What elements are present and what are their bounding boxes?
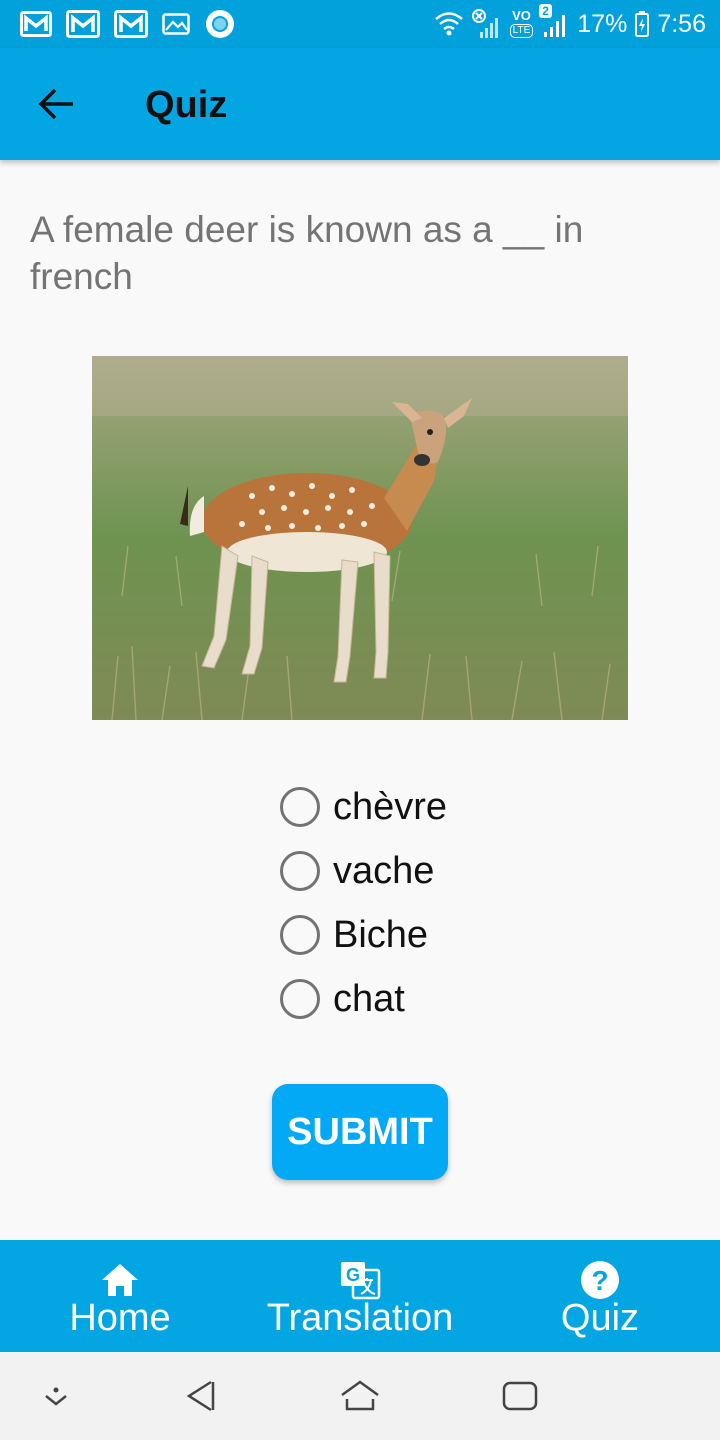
option-chat[interactable]: chat bbox=[280, 967, 580, 1031]
help-circle-icon: ? bbox=[581, 1261, 619, 1299]
svg-text:G: G bbox=[346, 1265, 360, 1285]
wifi-icon bbox=[434, 12, 463, 36]
gmail-icon bbox=[20, 11, 52, 37]
option-label: Biche bbox=[333, 913, 429, 956]
deer-image bbox=[92, 356, 628, 720]
volte-badge: VO LTE bbox=[509, 8, 534, 38]
system-back-button[interactable] bbox=[178, 1374, 222, 1418]
option-biche[interactable]: Biche bbox=[280, 903, 580, 967]
bottom-navigation: Home G Translation ? Quiz bbox=[0, 1240, 720, 1352]
sim-badge: 2 bbox=[539, 4, 552, 18]
quiz-screen: VO LTE 2 17% 7:56 Quiz A female deer is … bbox=[0, 0, 720, 1440]
nav-quiz[interactable]: ? Quiz bbox=[480, 1240, 720, 1352]
svg-text:?: ? bbox=[591, 1265, 608, 1296]
radio-button[interactable] bbox=[280, 787, 320, 827]
option-label: vache bbox=[333, 849, 435, 892]
radio-button[interactable] bbox=[280, 851, 320, 891]
notification-pull-button[interactable] bbox=[34, 1374, 78, 1418]
nav-label: Translation bbox=[266, 1297, 454, 1339]
back-button[interactable] bbox=[30, 78, 82, 130]
system-navigation-bar bbox=[0, 1352, 720, 1440]
recents-icon bbox=[502, 1381, 538, 1411]
nav-label: Quiz bbox=[560, 1297, 640, 1339]
record-icon bbox=[206, 10, 234, 38]
option-chevre[interactable]: chèvre bbox=[280, 775, 580, 839]
volte-text: VO bbox=[512, 8, 531, 23]
submit-button[interactable]: SUBMIT bbox=[272, 1084, 448, 1180]
no-signal-icon bbox=[471, 9, 498, 38]
battery-charging-icon bbox=[635, 11, 650, 37]
chevron-down-icon bbox=[45, 1387, 67, 1406]
nav-translation[interactable]: G Translation bbox=[240, 1240, 480, 1352]
nav-label: Home bbox=[69, 1297, 171, 1339]
question-text: A female deer is known as a __ in french bbox=[30, 209, 584, 297]
system-recents-button[interactable] bbox=[498, 1374, 542, 1418]
home-icon bbox=[102, 1264, 138, 1296]
radio-button[interactable] bbox=[280, 979, 320, 1019]
arrow-left-icon bbox=[38, 88, 73, 120]
option-label: chèvre bbox=[333, 785, 448, 828]
gmail-icon bbox=[66, 10, 100, 38]
system-status-icons: VO LTE 2 17% 7:56 bbox=[434, 4, 706, 42]
notification-icons bbox=[20, 8, 236, 40]
radio-button[interactable] bbox=[280, 915, 320, 955]
sim2-signal: 2 bbox=[539, 4, 569, 38]
page-title: Quiz bbox=[145, 84, 228, 126]
app-bar: Quiz bbox=[0, 48, 720, 160]
battery-percent: 17% bbox=[577, 9, 628, 38]
home-outline-icon bbox=[341, 1380, 379, 1411]
option-label: chat bbox=[333, 977, 405, 1020]
answer-options: chèvre vache Biche chat bbox=[280, 775, 580, 1031]
back-triangle-icon bbox=[186, 1380, 215, 1412]
image-icon bbox=[162, 13, 190, 35]
status-bar: VO LTE 2 17% 7:56 bbox=[0, 0, 720, 48]
clock: 7:56 bbox=[657, 9, 706, 38]
lte-text: LTE bbox=[509, 24, 534, 38]
nav-home[interactable]: Home bbox=[0, 1240, 240, 1352]
system-home-button[interactable] bbox=[338, 1374, 382, 1418]
translate-icon: G bbox=[341, 1262, 381, 1300]
option-vache[interactable]: vache bbox=[280, 839, 580, 903]
gmail-icon bbox=[114, 10, 148, 38]
